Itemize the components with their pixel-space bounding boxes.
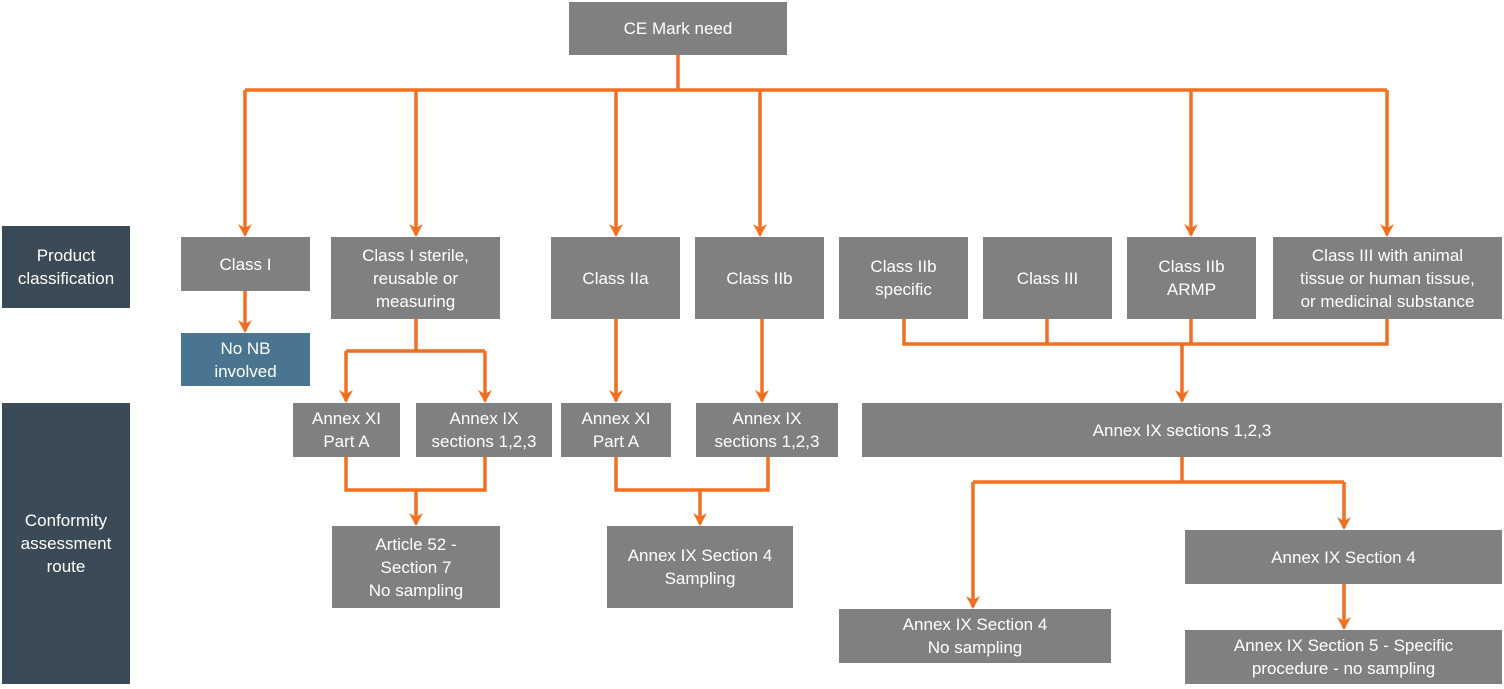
annex-xi-part-a-node-2: Annex XI Part A xyxy=(561,403,671,457)
annex-ix-section-4-sampling-node: Annex IX Section 4 Sampling xyxy=(607,526,793,608)
no-nb-involved-node: No NB involved xyxy=(181,333,310,386)
row-label-conformity-assessment-route: Conformity assessment route xyxy=(2,403,130,684)
annex-ix-sections-123-wide-node: Annex IX sections 1,2,3 xyxy=(862,403,1502,457)
annex-ix-sections-123-node-2: Annex IX sections 1,2,3 xyxy=(696,403,838,457)
connector-line xyxy=(344,457,487,492)
connector-line xyxy=(614,457,770,492)
ce-mark-need-node: CE Mark need xyxy=(569,2,787,55)
annex-ix-section-4-no-sampling-node: Annex IX Section 4 No sampling xyxy=(839,609,1111,663)
class-iia-node: Class IIa xyxy=(551,237,680,319)
class-iii-animal-node: Class III with animal tissue or human ti… xyxy=(1273,237,1502,319)
class-i-sterile-node: Class I sterile, reusable or measuring xyxy=(331,237,500,319)
class-iib-armp-node: Class IIb ARMP xyxy=(1127,237,1256,319)
class-i-node: Class I xyxy=(181,237,310,291)
class-iii-node: Class III xyxy=(983,237,1112,319)
article-52-node: Article 52 - Section 7 No sampling xyxy=(332,526,500,608)
annex-ix-section-4-node: Annex IX Section 4 xyxy=(1185,530,1502,584)
connector-line xyxy=(902,319,1389,346)
class-iib-node: Class IIb xyxy=(695,237,824,319)
row-label-product-classification: Product classification xyxy=(2,226,130,308)
annex-xi-part-a-node-1: Annex XI Part A xyxy=(293,403,400,457)
annex-ix-sections-123-node-1: Annex IX sections 1,2,3 xyxy=(416,403,552,457)
class-iib-specific-node: Class IIb specific xyxy=(839,237,968,319)
annex-ix-section-5-node: Annex IX Section 5 - Specific procedure … xyxy=(1185,630,1502,684)
